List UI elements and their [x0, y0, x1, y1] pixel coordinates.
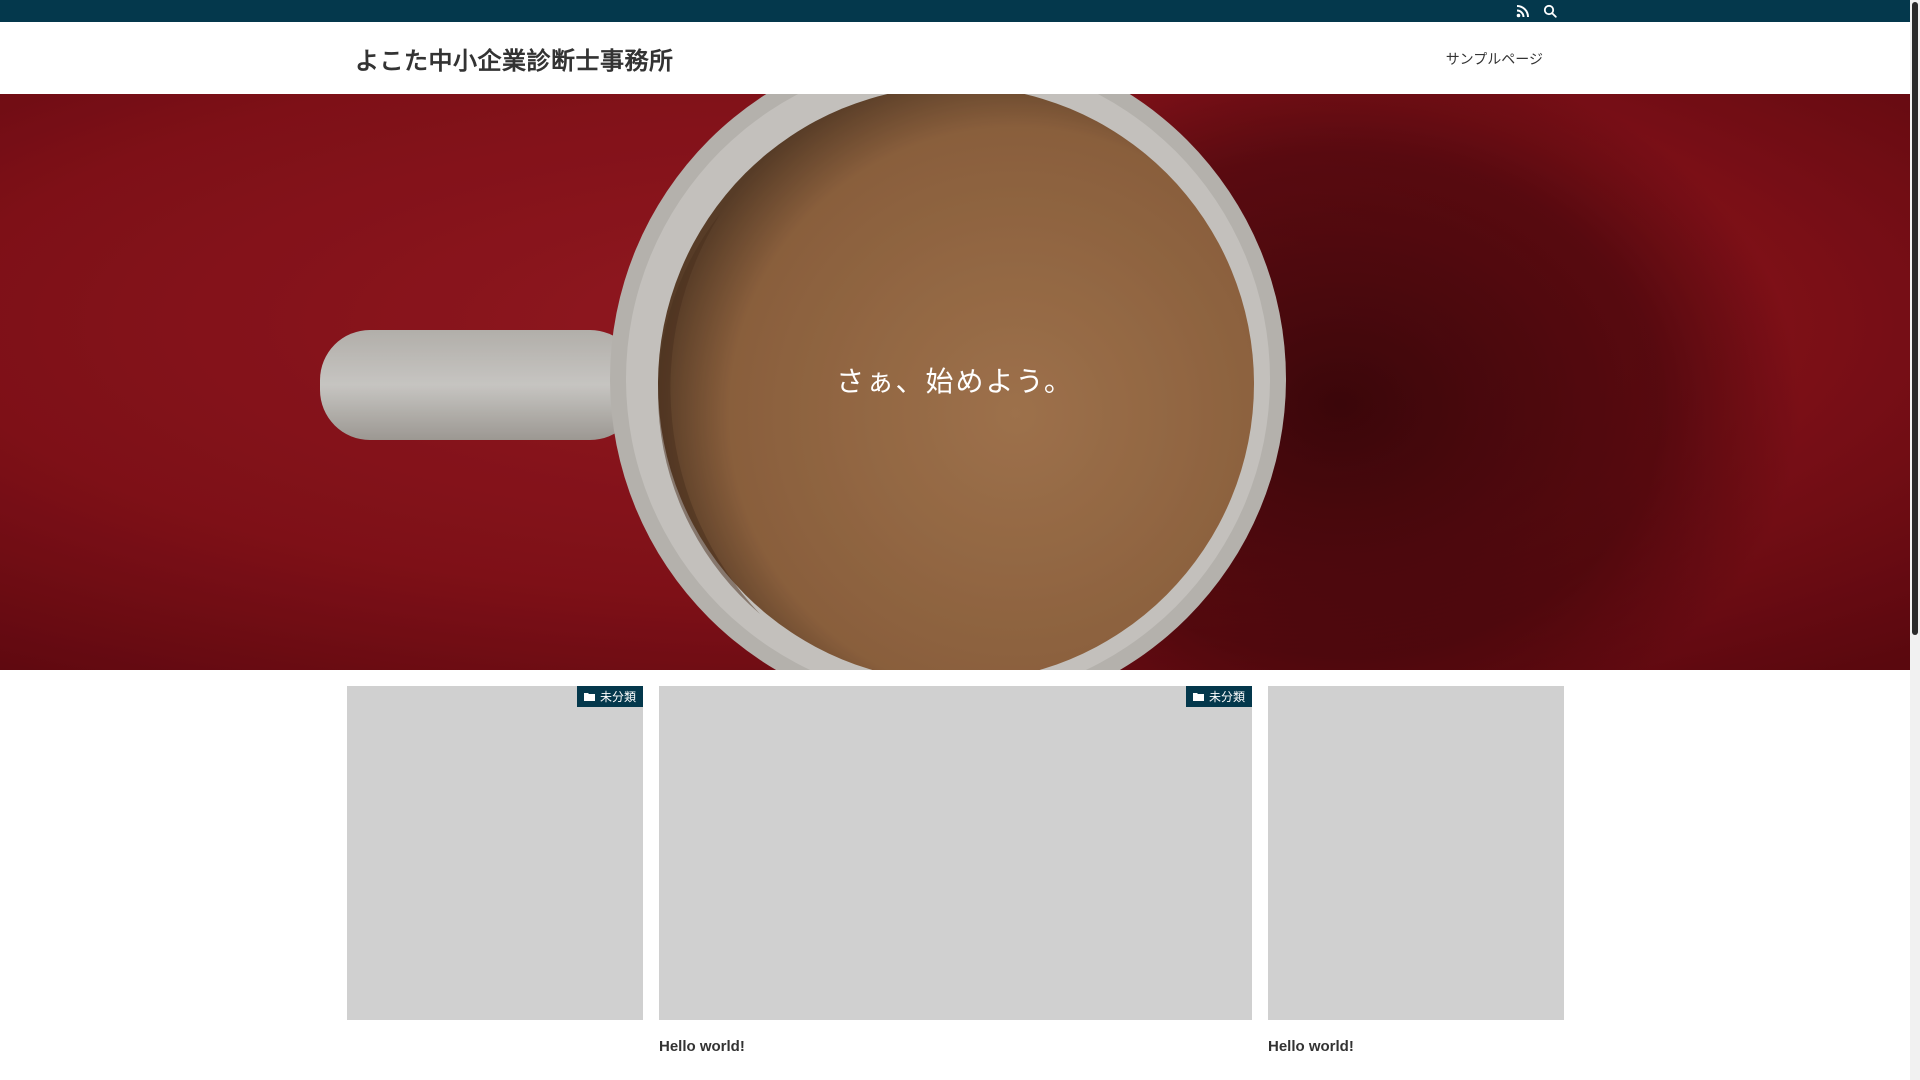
top-bar-icons — [1514, 2, 1558, 19]
post-card[interactable]: Hello world! — [1268, 686, 1564, 1055]
category-label: 未分類 — [599, 690, 636, 704]
folder-icon — [1192, 693, 1204, 701]
hero-tagline: さぁ、始めよう。 — [836, 365, 1074, 398]
nav-item-sample-page[interactable]: サンプルページ — [1446, 49, 1543, 69]
site-header: よこた中小企業診断士事務所 サンプルページ — [0, 22, 1910, 94]
scrollbar-thumb[interactable] — [1912, 2, 1918, 635]
category-badge[interactable]: 未分類 — [1185, 686, 1252, 707]
post-title[interactable]: Hello world! — [659, 1038, 1252, 1055]
post-thumbnail[interactable] — [1268, 686, 1564, 1020]
hero-banner: さぁ、始めよう。 — [0, 94, 1910, 670]
top-bar — [0, 0, 1910, 22]
post-card[interactable]: 未分類 — [347, 686, 643, 1038]
category-badge[interactable]: 未分類 — [576, 686, 643, 707]
page-scrollbar[interactable] — [1910, 0, 1920, 1080]
post-thumbnail[interactable]: 未分類 — [659, 686, 1252, 1020]
rss-icon[interactable] — [1514, 2, 1531, 19]
post-title[interactable]: Hello world! — [1268, 1038, 1564, 1055]
post-list: 未分類 未分類 Hello world! Hello world! — [347, 686, 1564, 1080]
site-title[interactable]: よこた中小企業診断士事務所 — [355, 41, 674, 76]
category-label: 未分類 — [1208, 690, 1245, 704]
post-thumbnail[interactable]: 未分類 — [347, 686, 643, 1020]
post-card[interactable]: 未分類 Hello world! — [659, 686, 1252, 1055]
folder-icon — [583, 693, 595, 701]
search-icon[interactable] — [1541, 2, 1558, 19]
